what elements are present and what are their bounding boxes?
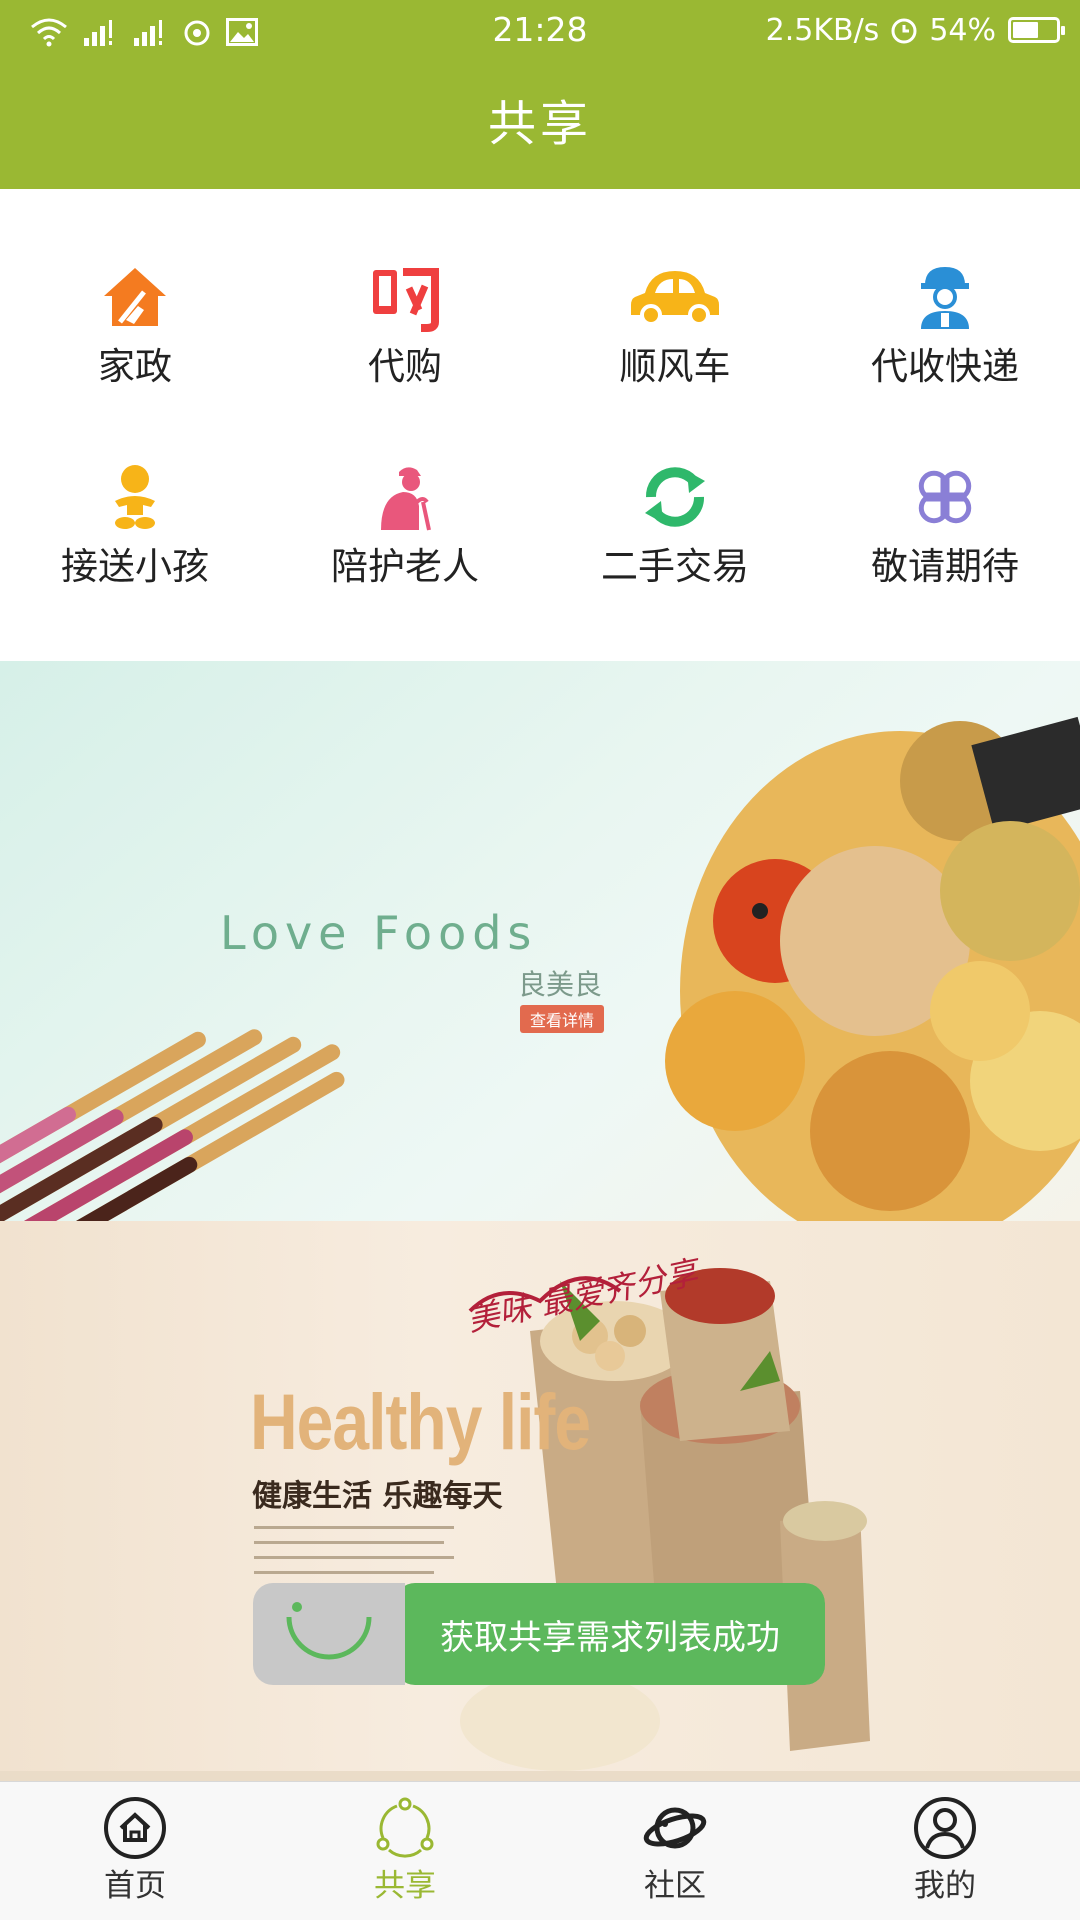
loading-spinner-icon xyxy=(253,1583,405,1685)
service-grid: 家政 代购 顺风车 代收快递 接送小孩 陪护老人 二手交易 敬请期待 xyxy=(0,189,1080,661)
service-label: 陪护老人 xyxy=(331,545,479,588)
alarm-icon xyxy=(891,18,917,44)
promo-banner-love-foods[interactable]: Love Foods 良美良 查看详情 xyxy=(0,661,1080,1221)
service-proxy-buy[interactable]: 代购 xyxy=(270,189,540,389)
buy-char-icon xyxy=(357,249,453,345)
net-speed: 2.5KB/s xyxy=(765,12,880,48)
car-icon xyxy=(627,249,723,345)
elder-icon xyxy=(357,449,453,545)
service-elder-care[interactable]: 陪护老人 xyxy=(270,389,540,589)
tab-label: 共享 xyxy=(374,1868,436,1904)
service-coming-soon[interactable]: 敬请期待 xyxy=(810,389,1080,589)
service-label: 代购 xyxy=(368,345,442,388)
recycle-icon xyxy=(627,449,723,545)
service-label: 二手交易 xyxy=(601,545,749,588)
battery-icon xyxy=(1008,17,1065,43)
service-label: 顺风车 xyxy=(619,345,731,388)
toast-notification: 获取共享需求列表成功 xyxy=(253,1583,825,1685)
service-label: 接送小孩 xyxy=(61,545,209,588)
baby-icon xyxy=(87,449,183,545)
house-broom-icon xyxy=(87,249,183,345)
service-ride-share[interactable]: 顺风车 xyxy=(540,189,810,389)
status-icons-right: 2.5KB/s 54% xyxy=(765,10,1065,50)
banner-title: Love Foods xyxy=(220,906,538,960)
battery-percent: 54% xyxy=(929,12,996,48)
service-parcel-pickup[interactable]: 代收快递 xyxy=(810,189,1080,389)
page-title: 共享 xyxy=(487,96,592,152)
clover-icon xyxy=(897,449,993,545)
banner-illustration xyxy=(0,716,1080,1221)
tab-home[interactable]: 首页 xyxy=(0,1782,270,1920)
service-label: 敬请期待 xyxy=(871,545,1019,588)
banner-detail-button[interactable]: 查看详情 xyxy=(520,1005,605,1033)
service-housekeeping[interactable]: 家政 xyxy=(0,189,270,389)
courier-icon xyxy=(897,249,993,345)
user-icon xyxy=(914,1797,976,1859)
service-second-hand[interactable]: 二手交易 xyxy=(540,389,810,589)
status-bar: 21:28 2.5KB/s 54% xyxy=(0,0,1080,62)
tab-share[interactable]: 共享 xyxy=(270,1782,540,1920)
banner-brand: 良美良 xyxy=(518,968,603,1001)
tab-label: 我的 xyxy=(914,1868,976,1904)
bottom-tab-bar: 首页 共享 社区 我的 xyxy=(0,1781,1080,1920)
promo-banner-healthy-life[interactable]: 美味 最爱齐分享 Healthy life 健康生活 乐趣每天 xyxy=(0,1221,1080,1781)
toast-message: 获取共享需求列表成功 xyxy=(395,1583,825,1685)
home-icon xyxy=(104,1797,166,1859)
share-icon xyxy=(376,1797,434,1858)
tab-profile[interactable]: 我的 xyxy=(810,1782,1080,1920)
app-header: 21:28 2.5KB/s 54% 共享 xyxy=(0,0,1080,189)
service-child-pickup[interactable]: 接送小孩 xyxy=(0,389,270,589)
tab-community[interactable]: 社区 xyxy=(540,1782,810,1920)
banner-subtitle: 健康生活 乐趣每天 xyxy=(252,1479,503,1514)
tab-label: 社区 xyxy=(644,1868,706,1904)
planet-icon xyxy=(643,1807,707,1849)
banner-title: Healthy life xyxy=(250,1377,591,1466)
service-label: 家政 xyxy=(98,345,172,388)
tab-label: 首页 xyxy=(104,1868,166,1904)
service-label: 代收快递 xyxy=(871,345,1019,388)
